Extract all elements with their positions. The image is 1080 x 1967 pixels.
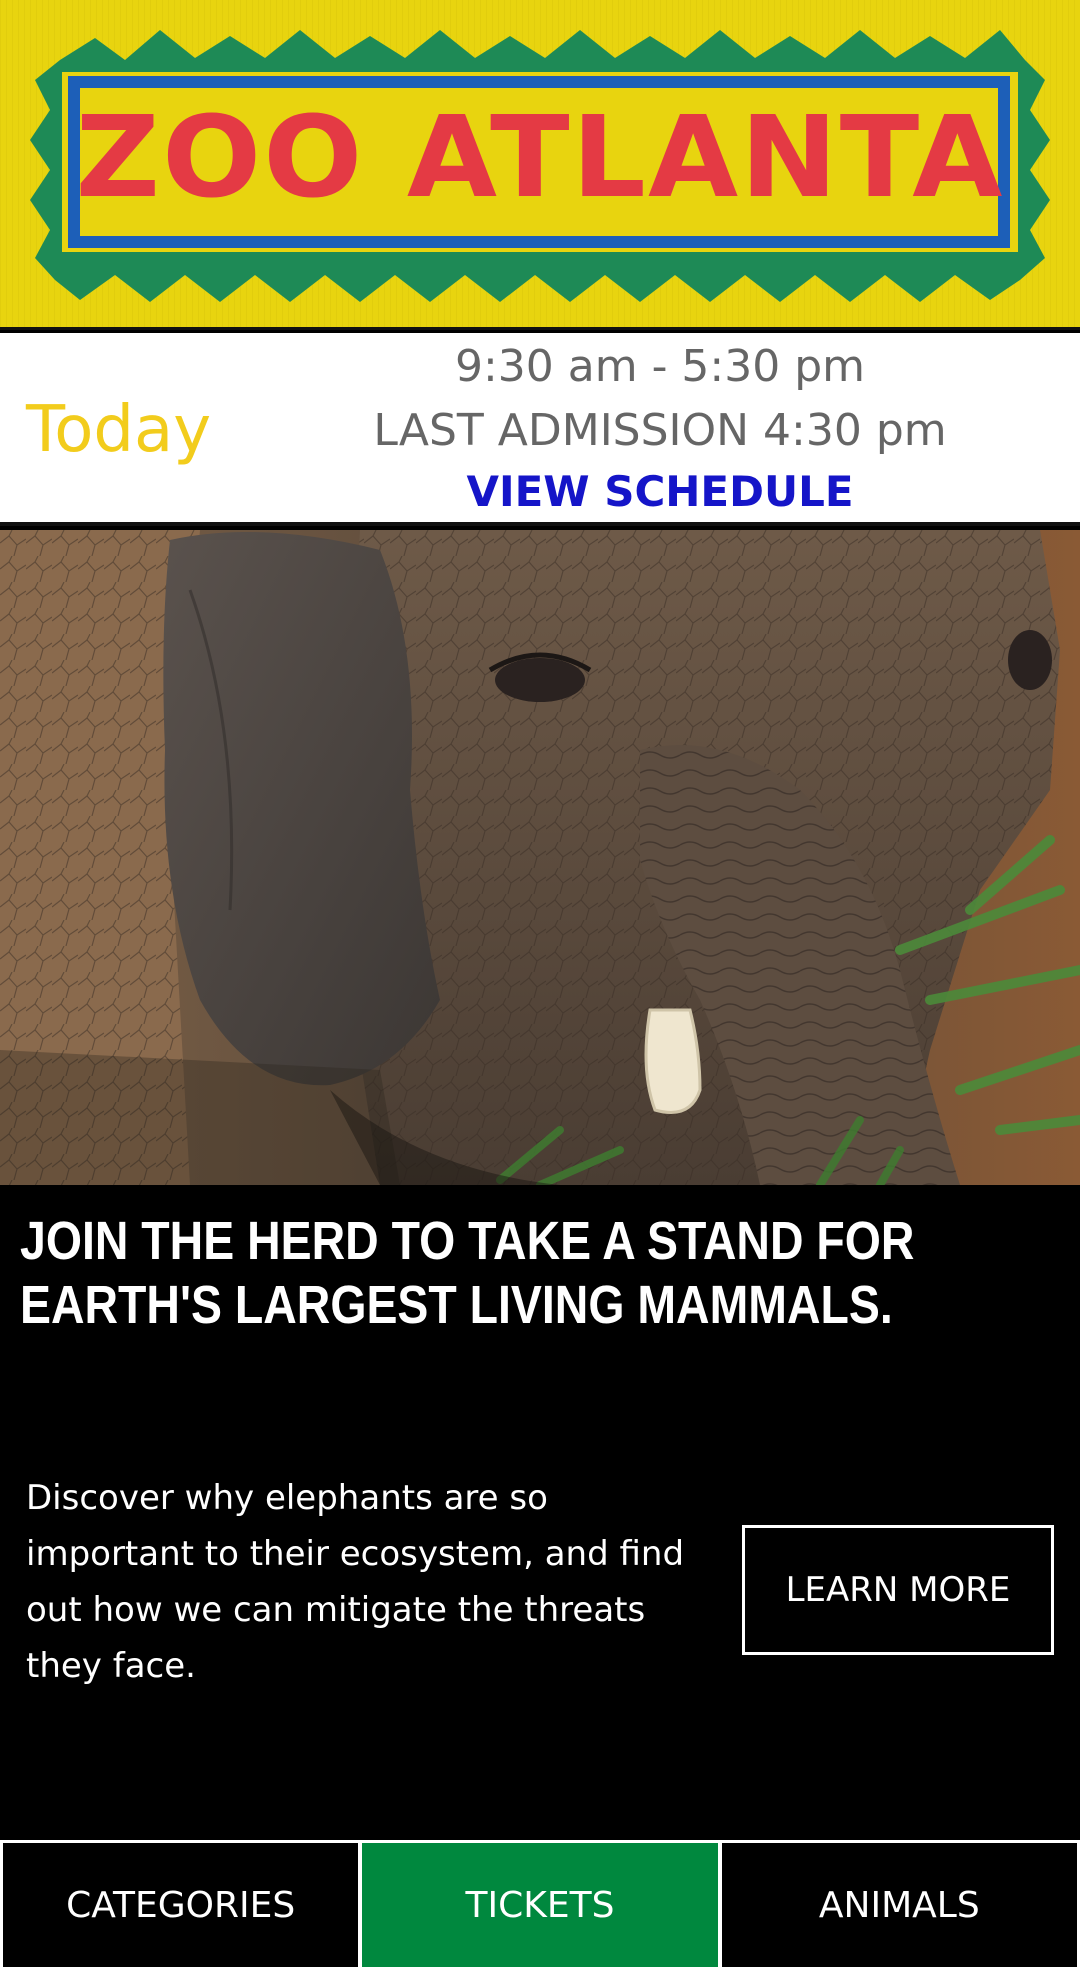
logo-wordmark: ZOO ATLANTA: [75, 92, 1005, 223]
elephant-illustration: [0, 530, 1080, 1185]
last-admission-text: LAST ADMISSION 4:30 pm: [373, 405, 947, 456]
logo-banner[interactable]: ZOO ATLANTA: [0, 0, 1080, 330]
promo-body-text: Discover why elephants are so important …: [26, 1478, 685, 1686]
hours-time-range: 9:30 am - 5:30 pm: [454, 341, 866, 392]
learn-more-button[interactable]: LEARN MORE: [742, 1525, 1054, 1655]
promo-headline: JOIN THE HERD TO TAKE A STAND FOR EARTH'…: [20, 1211, 915, 1335]
bottom-nav: CATEGORIES TICKETS ANIMALS: [0, 1840, 1080, 1967]
tab-categories[interactable]: CATEGORIES: [3, 1843, 359, 1967]
hours-strip: Today 9:30 am - 5:30 pm LAST ADMISSION 4…: [0, 333, 1080, 526]
today-label: Today: [26, 393, 212, 467]
hours-info: 9:30 am - 5:30 pm LAST ADMISSION 4:30 pm…: [340, 333, 980, 526]
promo-section: JOIN THE HERD TO TAKE A STAND FOR EARTH'…: [0, 1185, 1080, 1840]
tab-tickets[interactable]: TICKETS: [362, 1843, 718, 1967]
hero-elephant-image: [0, 530, 1080, 1185]
view-schedule-link[interactable]: VIEW SCHEDULE: [340, 467, 980, 516]
tab-animals[interactable]: ANIMALS: [721, 1843, 1077, 1967]
